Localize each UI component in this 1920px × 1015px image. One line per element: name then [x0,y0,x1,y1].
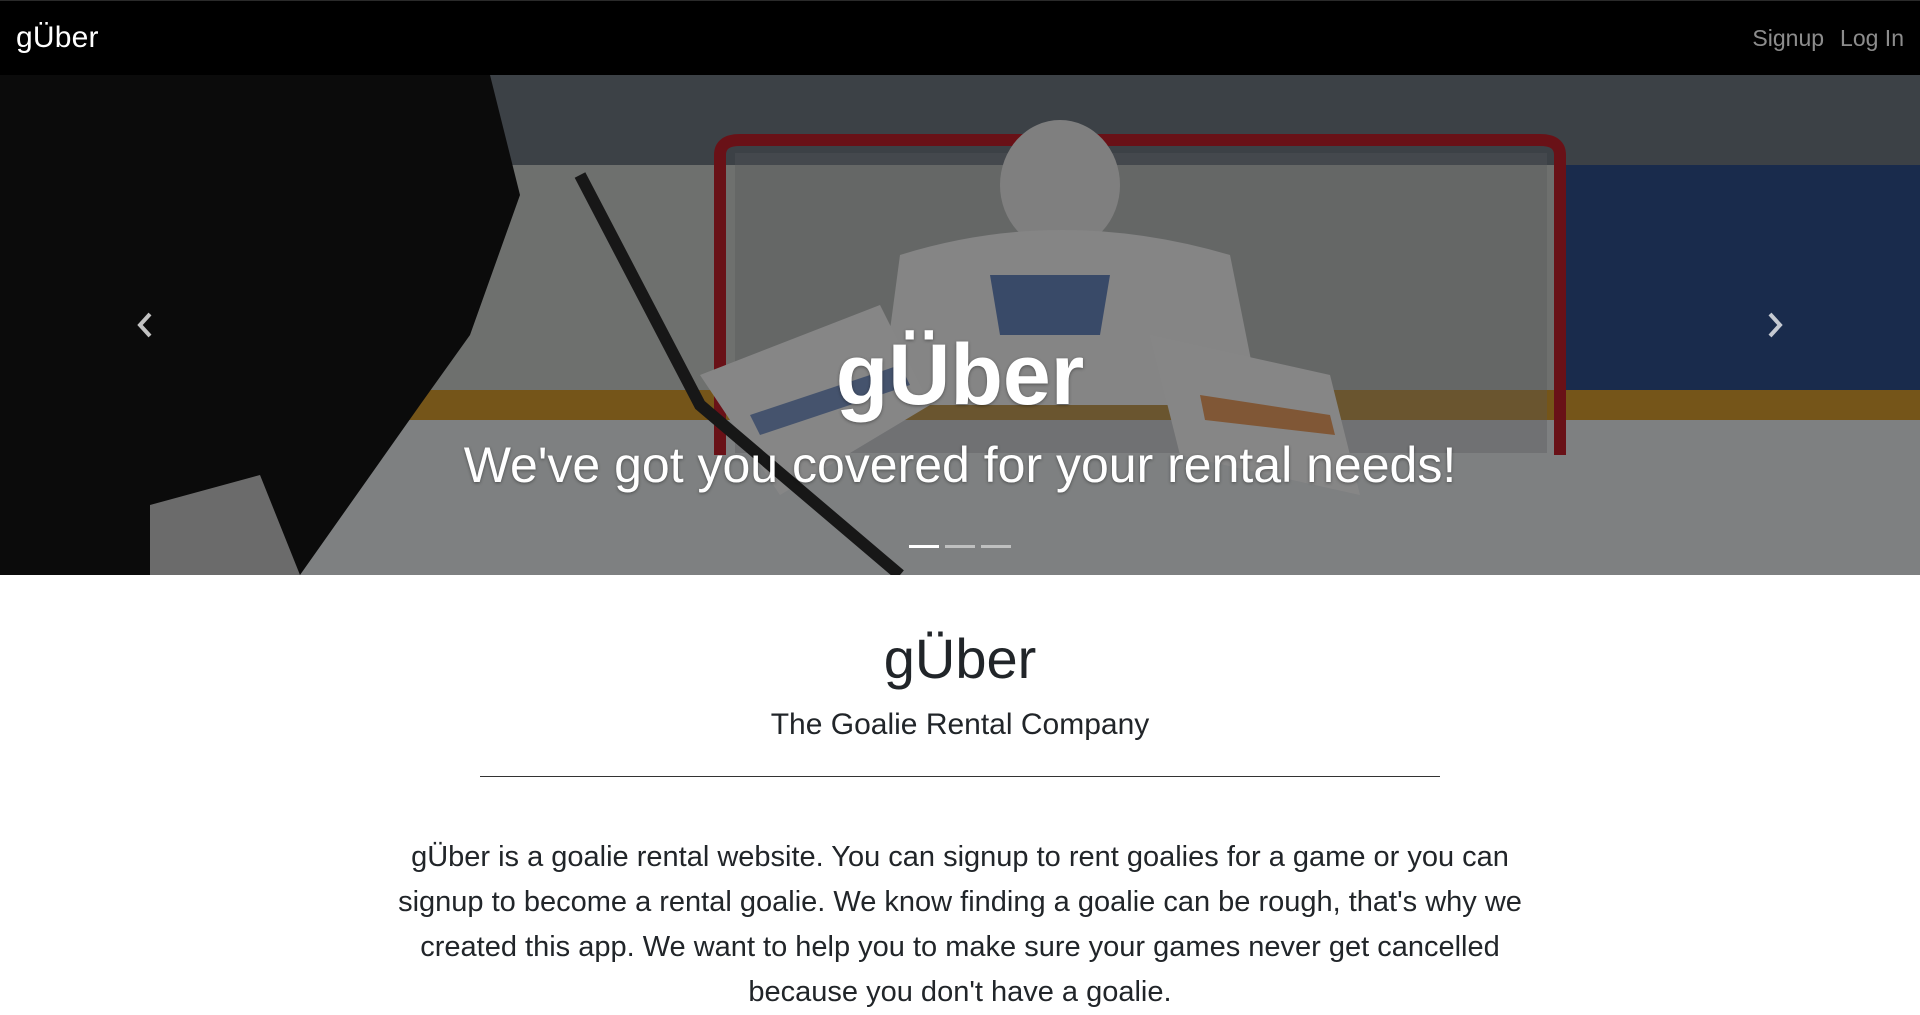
carousel-indicators [0,545,1920,548]
carousel-caption: gÜber We've got you covered for your ren… [0,330,1920,493]
carousel-subtitle: We've got you covered for your rental ne… [463,437,1457,494]
section-divider [480,775,1440,777]
brand-logo-link[interactable]: gÜber [16,21,99,55]
carousel-title: gÜber [835,327,1085,423]
carousel-indicator-1[interactable] [909,545,939,548]
top-navbar: gÜber Signup Log In [0,0,1920,75]
hero-carousel: gÜber We've got you covered for your ren… [0,75,1920,575]
carousel-indicator-2[interactable] [945,545,975,548]
main-content: gÜber The Goalie Rental Company gÜber is… [0,575,1920,1015]
login-link[interactable]: Log In [1840,25,1904,52]
page-subtitle: The Goalie Rental Company [770,707,1150,741]
about-paragraph: gÜber is a goalie rental website. You ca… [398,840,1522,1008]
carousel-next-button[interactable] [1630,75,1920,575]
nav-links: Signup Log In [1752,25,1904,52]
carousel-indicator-3[interactable] [981,545,1011,548]
page-title: gÜber [883,627,1037,690]
signup-link[interactable]: Signup [1752,25,1824,52]
carousel-prev-button[interactable] [0,75,290,575]
